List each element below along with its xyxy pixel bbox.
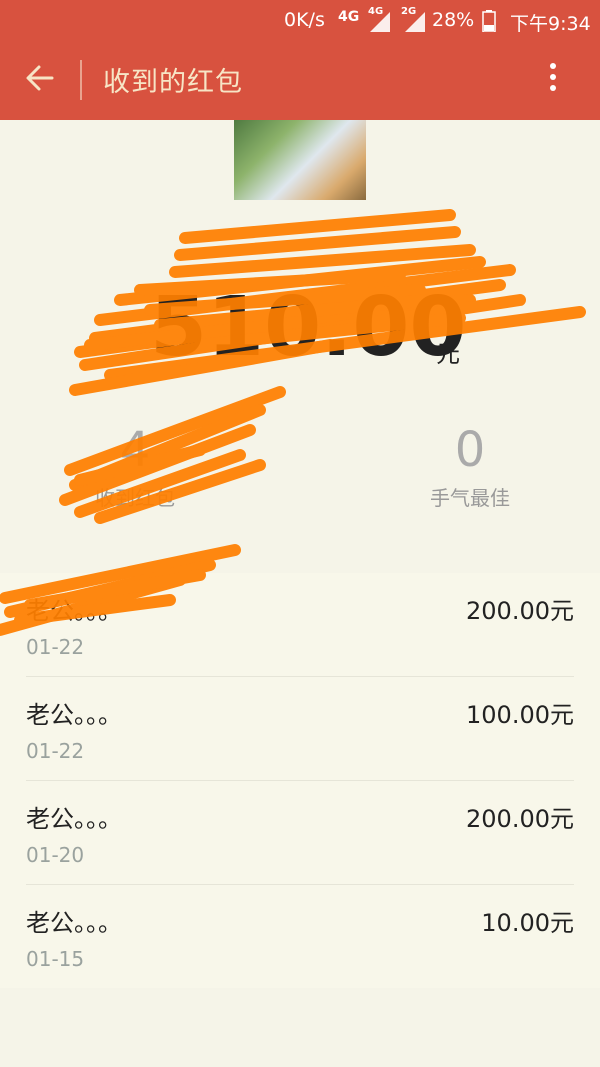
network-speed: 0K/s: [284, 9, 325, 31]
received-date: 01-22: [26, 739, 85, 763]
received-amount: 100.00元: [466, 701, 574, 729]
network-type-4g: 4G: [338, 9, 360, 25]
list-item[interactable]: 老公。。。 01-20 200.00元: [26, 781, 574, 885]
signal-icon-2: [405, 12, 425, 32]
list-item[interactable]: 老公。。。 01-15 10.00元: [26, 885, 574, 988]
received-amount: 200.00元: [466, 597, 574, 625]
avatar[interactable]: [234, 120, 366, 200]
back-arrow-icon[interactable]: [22, 60, 58, 96]
battery-icon: [482, 10, 496, 32]
signal-icon: [370, 12, 390, 32]
received-amount: 200.00元: [466, 805, 574, 833]
best-luck-label: 手气最佳: [430, 486, 510, 510]
received-count-label: 收到红包: [95, 486, 175, 510]
sender-name: 老公。。。: [26, 701, 122, 729]
page-title: 收到的红包: [103, 67, 243, 98]
sender-name: 老公。。。: [26, 909, 122, 937]
received-date: 01-22: [26, 635, 85, 659]
sender-name: 老公。。。: [26, 597, 122, 625]
app-bar: 收到的红包: [0, 40, 600, 120]
status-bar: 0K/s 4G 4G 2G 28% 下午9:34: [0, 0, 600, 40]
list-item[interactable]: 老公。。。 01-22 100.00元: [26, 677, 574, 781]
received-date: 01-20: [26, 843, 85, 867]
summary-header: 510.00 元 4 收到红包 0 手气最佳: [0, 120, 600, 573]
best-luck-count: 0: [454, 422, 486, 478]
more-options-icon[interactable]: [538, 58, 568, 104]
received-count: 4: [119, 422, 151, 478]
red-packet-list: 老公。。。 01-22 200.00元 老公。。。 01-22 100.00元 …: [0, 573, 600, 988]
total-amount-unit: 元: [436, 340, 460, 368]
sender-name: 老公。。。: [26, 805, 122, 833]
clock: 下午9:34: [510, 13, 591, 35]
app-bar-divider: [80, 60, 82, 100]
battery-percent: 28%: [432, 9, 475, 31]
list-item[interactable]: 老公。。。 01-22 200.00元: [26, 573, 574, 677]
received-date: 01-15: [26, 947, 85, 971]
total-amount: 510.00: [150, 280, 467, 375]
received-amount: 10.00元: [481, 909, 574, 937]
